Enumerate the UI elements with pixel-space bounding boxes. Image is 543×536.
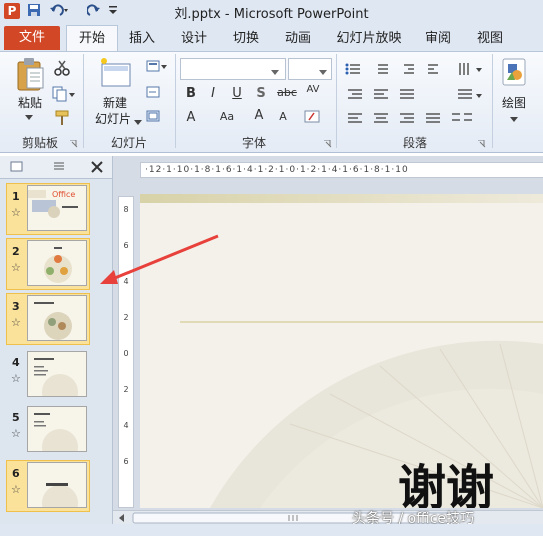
slides-tab-icon[interactable] [10, 161, 24, 173]
ruler-tick: 0 [123, 349, 129, 358]
format-painter-icon[interactable] [54, 110, 70, 126]
horizontal-scrollbar[interactable] [113, 510, 543, 525]
ruler-tick: 2 [123, 385, 129, 394]
slide-preview [27, 406, 87, 465]
tab-design[interactable]: 设计 [174, 27, 214, 50]
copy-icon[interactable] [52, 86, 76, 102]
font-color-icon[interactable]: A [182, 110, 200, 125]
group-separator [83, 54, 84, 148]
slide-number: 3 [12, 300, 20, 313]
new-slide-button[interactable]: 新建 [94, 94, 136, 111]
clear-formatting-icon[interactable] [304, 110, 322, 124]
chevron-down-icon[interactable] [510, 112, 518, 126]
chevron-down-icon[interactable] [271, 65, 279, 79]
new-slide-icon[interactable] [98, 56, 132, 90]
paste-icon[interactable] [14, 56, 46, 92]
cut-icon[interactable] [54, 60, 70, 76]
tab-view[interactable]: 视图 [470, 27, 510, 50]
animation-star-icon: ☆ [11, 316, 21, 329]
shadow-icon[interactable]: S [252, 86, 270, 101]
slide-number: 2 [12, 245, 20, 258]
paragraph-group-label: 段落 [402, 136, 427, 150]
tab-slideshow[interactable]: 幻灯片放映 [330, 27, 408, 50]
animation-star-icon: ☆ [11, 261, 21, 274]
slide-preview [27, 462, 87, 521]
new-slide-dropdown-icon[interactable] [134, 115, 142, 129]
dialog-launcher-icon[interactable] [478, 137, 486, 148]
font-group-label: 字体 [241, 136, 266, 150]
paste-button[interactable]: 粘贴 [10, 94, 50, 111]
close-icon[interactable] [90, 160, 104, 174]
layout-icon[interactable] [146, 60, 168, 74]
ruler-tick: 2 [123, 313, 129, 322]
ruler-tick: 4 [123, 421, 129, 430]
tab-review[interactable]: 审阅 [418, 27, 458, 50]
new-slide-dropdown[interactable]: 幻灯片 [90, 110, 136, 127]
dialog-launcher-icon[interactable] [70, 137, 78, 148]
slide-number: 1 [12, 190, 20, 203]
paragraph-controls [344, 60, 490, 130]
slide-title-text[interactable]: 谢谢 [398, 448, 494, 508]
tab-home[interactable]: 开始 [66, 25, 118, 52]
animation-star-icon: ☆ [11, 206, 21, 219]
drawing-button[interactable]: 绘图 [496, 94, 532, 111]
slide-number: 4 [12, 356, 20, 369]
change-case-icon[interactable]: Aa [216, 110, 238, 123]
tab-transitions[interactable]: 切换 [226, 27, 266, 50]
chevron-down-icon[interactable] [319, 65, 327, 79]
italic-icon[interactable]: I [204, 86, 222, 101]
slide-preview [27, 351, 87, 410]
outline-tab-icon[interactable] [52, 161, 66, 173]
clipboard-group-label: 剪贴板 [21, 136, 58, 150]
animation-star-icon: ☆ [11, 427, 21, 440]
group-separator [175, 54, 176, 148]
annotation-arrow [96, 232, 222, 288]
horizontal-ruler[interactable]: ·12·1·10·1·8·1·6·1·4·1·2·1·0·1·2·1·4·1·6… [140, 162, 543, 178]
bold-icon[interactable]: B [182, 86, 200, 101]
animation-star-icon: ☆ [11, 483, 21, 496]
dialog-launcher-icon[interactable] [324, 137, 332, 148]
reset-icon[interactable] [146, 86, 162, 100]
grow-font-icon[interactable]: A [250, 108, 268, 123]
tab-insert[interactable]: 插入 [122, 27, 162, 50]
slide-number: 5 [12, 411, 20, 424]
status-bar [0, 524, 543, 536]
shrink-font-icon[interactable]: A [274, 110, 292, 123]
slide-number: 6 [12, 467, 20, 480]
strikethrough-icon[interactable]: abc [276, 86, 298, 99]
ruler-tick: 6 [123, 457, 129, 466]
horizontal-ruler-labels: ·12·1·10·1·8·1·6·1·4·1·2·1·0·1·2·1·4·1·6… [145, 165, 409, 175]
tab-animations[interactable]: 动画 [278, 27, 318, 50]
slides-group-label: 幻灯片 [110, 136, 147, 150]
underline-icon[interactable]: U [228, 86, 246, 101]
thumbnail-office-text: Office [52, 190, 76, 199]
group-separator [492, 54, 493, 148]
tab-file[interactable]: 文件 [4, 26, 60, 50]
paste-dropdown-icon[interactable] [25, 110, 35, 124]
group-separator [336, 54, 337, 148]
slide-preview [27, 295, 87, 341]
section-icon[interactable] [146, 110, 162, 124]
character-spacing-icon[interactable]: AV [302, 84, 324, 95]
slide-preview [27, 240, 87, 286]
drawing-shapes-icon[interactable] [502, 58, 526, 86]
animation-star-icon: ☆ [11, 372, 21, 385]
window-title: 刘.pptx - Microsoft PowerPoint [174, 7, 369, 22]
